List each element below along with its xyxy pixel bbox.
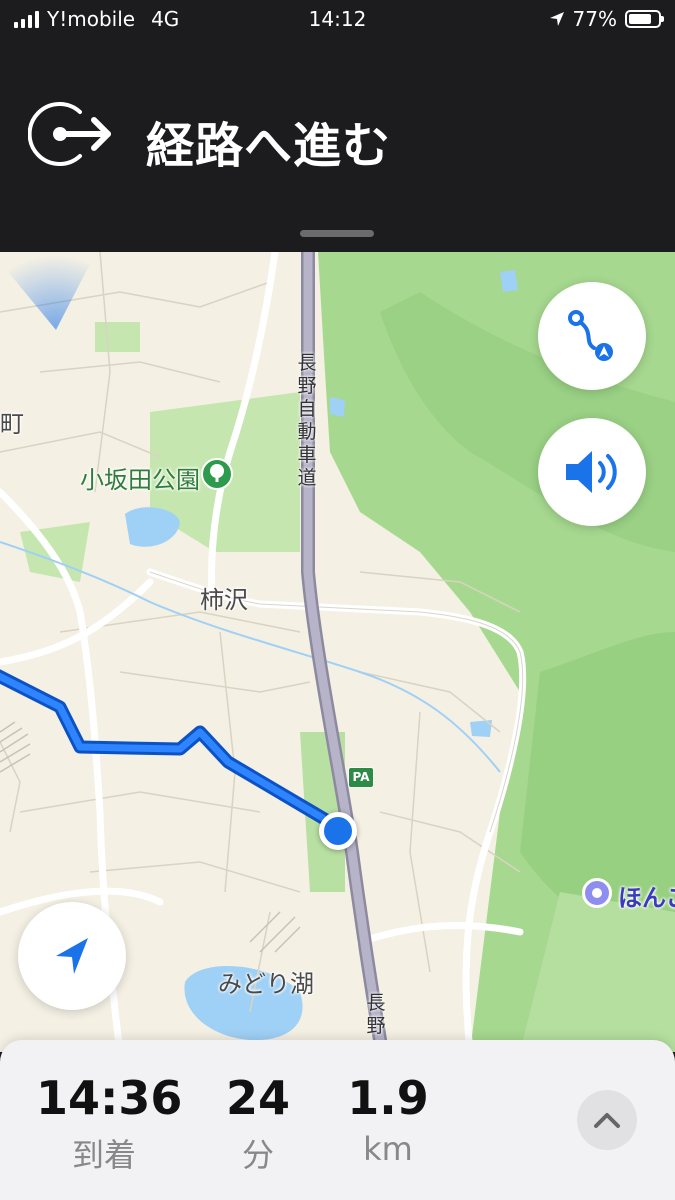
audio-guidance-button[interactable] [538, 418, 646, 526]
heading-cone [0, 252, 90, 330]
water-body [330, 397, 345, 417]
current-location-dot [319, 812, 357, 850]
duration-minutes: 24 [225, 1071, 290, 1125]
duration-label: 分 [241, 1136, 274, 1174]
poi-pin-icon[interactable] [582, 878, 612, 908]
status-bar: Y!mobile 4G 14:12 77% [0, 0, 675, 40]
park-area [95, 322, 140, 352]
location-arrow-icon [56, 938, 88, 974]
battery-percent: 77% [572, 7, 617, 31]
water-body [125, 507, 180, 547]
proceed-to-route-icon [28, 102, 111, 166]
expressway-label-lower: 長野 [366, 992, 386, 1037]
arrival-label: 到着 [71, 1136, 136, 1174]
map-label-poi[interactable]: ほんご [618, 878, 675, 913]
expand-card-button[interactable] [577, 1090, 637, 1150]
battery-icon [625, 10, 664, 28]
distance-stat: 1.9 km [340, 1070, 436, 1168]
trip-summary-card[interactable]: 14:36 到着 24 分 1.9 km [0, 1040, 675, 1200]
status-right: 77% [549, 7, 664, 31]
parking-area-badge[interactable]: PA [348, 767, 374, 788]
chevron-up-icon [594, 1113, 620, 1128]
route-overview-icon [568, 310, 613, 361]
banner-grabber-handle[interactable] [300, 230, 374, 237]
expressway-label: 長野自動車道 [297, 352, 317, 489]
battery-level [629, 14, 651, 24]
map-label-area: 柿沢 [200, 586, 248, 614]
distance-value: 1.9 [347, 1071, 429, 1125]
map-label-town: 町 [0, 410, 24, 438]
recenter-location-button[interactable] [18, 902, 126, 1010]
route-overview-button[interactable] [538, 282, 646, 390]
speaker-icon [566, 451, 617, 493]
park-tree-icon[interactable] [201, 458, 233, 490]
map-label-park[interactable]: 小坂田公園 [80, 460, 200, 495]
arrival-time: 14:36 [36, 1071, 183, 1125]
map-label-lake: みどり湖 [218, 970, 314, 998]
duration-stat: 24 分 [222, 1070, 294, 1176]
navigation-banner[interactable]: 経路へ進む [0, 40, 675, 252]
distance-unit: km [363, 1130, 413, 1168]
arrival-stat: 14:36 到着 [36, 1070, 183, 1176]
maps-navigation-screen: Y!mobile 4G 14:12 77% 経路へ進む 町 小坂田公園 柿沢 み… [0, 0, 675, 1200]
maneuver-instruction: 経路へ進む [146, 118, 392, 174]
location-services-icon [549, 12, 564, 26]
water-body [500, 270, 518, 292]
